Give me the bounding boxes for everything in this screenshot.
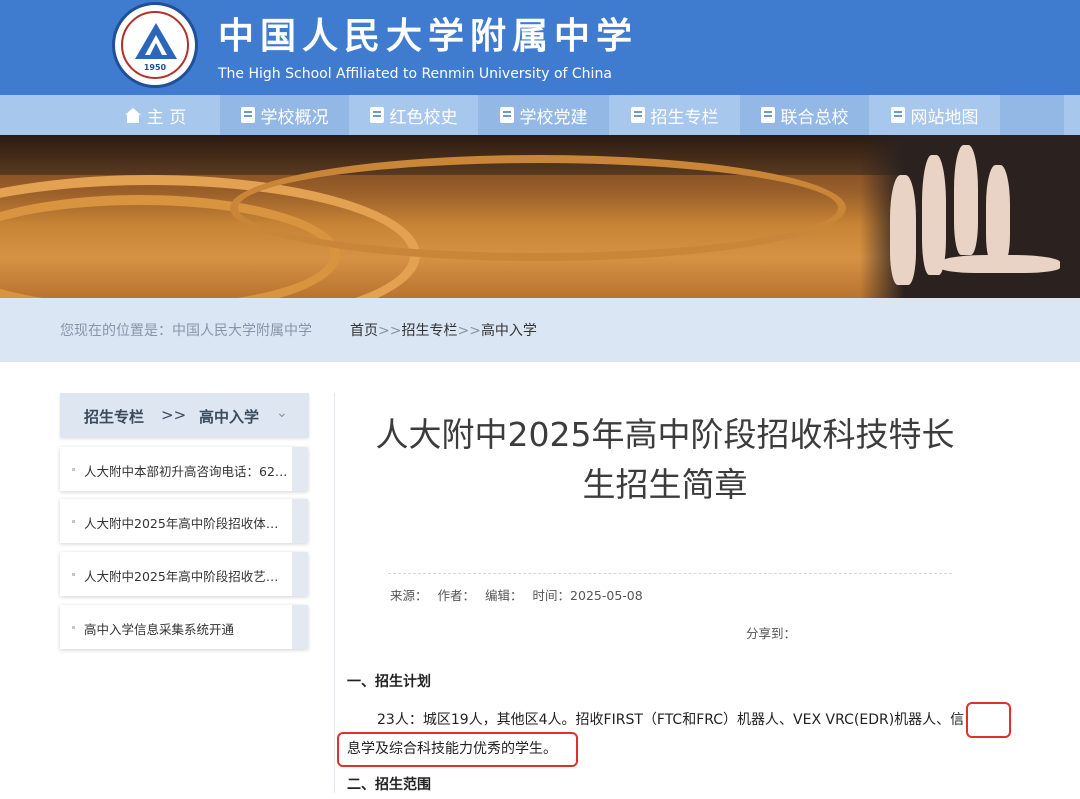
meta-source: 来源：: [390, 588, 428, 603]
logo-mark-icon: [135, 23, 177, 59]
sidebar-item-label: 人大附中本部初升高咨询电话：62511028: [84, 464, 290, 479]
dancer-figure: [890, 175, 916, 285]
site-title-cn: 中国人民大学附属中学: [218, 15, 639, 57]
nav-item-sitemap[interactable]: 网站地图: [869, 95, 1000, 135]
banner-dancers: [860, 135, 1080, 298]
dancer-figure: [940, 255, 1060, 273]
sidebar-item[interactable]: 高中入学信息采集系统开通: [60, 605, 308, 649]
section-heading: 一、招生计划: [347, 674, 431, 690]
nav-item-party-building[interactable]: 学校党建: [478, 95, 609, 135]
building-icon: [760, 107, 775, 123]
sidebar-item-tab: [292, 552, 308, 596]
highlight-box: [966, 702, 1011, 738]
nav-item-label: 网站地图: [910, 107, 979, 128]
sidebar-item[interactable]: 人大附中本部初升高咨询电话：62511028: [60, 447, 308, 491]
nav-item-label: 学校党建: [519, 107, 588, 128]
article-title: 人大附中2025年高中阶段招收科技特长 生招生简章: [355, 410, 975, 510]
bullet-icon: [72, 520, 75, 523]
article-title-line: 生招生简章: [582, 465, 748, 504]
breadcrumb-section-link[interactable]: 招生专栏: [401, 323, 457, 339]
bullet-icon: [72, 468, 75, 471]
sidebar-item-tab: [292, 499, 308, 543]
sidebar-header-section: 招生专栏: [84, 408, 145, 426]
book-icon: [369, 107, 384, 123]
sidebar-header-separator: >>: [161, 406, 187, 424]
bullet-icon: [72, 626, 75, 629]
nav-item-school-overview[interactable]: 学校概况: [220, 95, 349, 135]
highlight-box: [337, 732, 578, 767]
nav-item-label: 招生专栏: [650, 107, 719, 128]
breadcrumb-home-link[interactable]: 首页: [350, 323, 378, 339]
breadcrumb-current[interactable]: 高中入学: [481, 323, 537, 339]
logo-year: 1950: [143, 63, 167, 72]
document-icon: [240, 107, 255, 123]
sidebar-item[interactable]: 人大附中2025年高中阶段招收体育特长生招生简章: [60, 499, 308, 543]
sidebar-item-tab: [292, 447, 308, 491]
section-heading: 二、招生范围: [347, 777, 431, 793]
meta-time: 时间：2025-05-08: [532, 588, 643, 603]
school-logo[interactable]: 1950: [112, 2, 198, 88]
breadcrumb-prefix: 您现在的位置是：中国人民大学附属中学: [60, 323, 312, 339]
meta-editor: 编辑：: [485, 588, 523, 603]
nav-spacer: [1000, 95, 1064, 135]
content-divider: [334, 393, 335, 793]
document-icon: [499, 107, 514, 123]
breadcrumb-separator: >>: [378, 323, 402, 339]
article-meta: 来源： 作者： 编辑： 时间：2025-05-08: [390, 585, 653, 604]
sidebar-item-label: 人大附中2025年高中阶段招收艺术特长生招生简章: [84, 569, 290, 584]
nav-item-label: 主 页: [146, 107, 187, 128]
bullet-icon: [72, 573, 75, 576]
nav-item-label: 学校概况: [260, 107, 329, 128]
article-title-line: 人大附中2025年高中阶段招收科技特长: [375, 415, 955, 454]
nav-item-home[interactable]: 主 页: [91, 95, 220, 135]
site-header: 1950 中国人民大学附属中学 The High School Affiliat…: [0, 0, 1080, 95]
meta-author: 作者：: [437, 588, 476, 603]
chevron-down-icon[interactable]: ⌄: [276, 405, 288, 421]
breadcrumb-separator: >>: [457, 323, 481, 339]
sidebar-item-label: 高中入学信息采集系统开通: [84, 622, 235, 637]
sidebar-header[interactable]: 招生专栏 >> 高中入学 ⌄: [60, 393, 309, 437]
site-title-en: The High School Affiliated to Renmin Uni…: [218, 66, 612, 82]
sidebar-item-label: 人大附中2025年高中阶段招收体育特长生招生简章: [84, 516, 290, 531]
nav-item-label: 红色校史: [389, 107, 458, 128]
sidebar-item-tab: [292, 605, 308, 649]
breadcrumb-links: 首页>>招生专栏>>高中入学: [350, 320, 537, 340]
grid-icon: [890, 107, 905, 123]
nav-item-label: 联合总校: [780, 107, 849, 128]
breadcrumb: 您现在的位置是：中国人民大学附属中学 首页>>招生专栏>>高中入学: [0, 298, 1080, 362]
sidebar-item[interactable]: 人大附中2025年高中阶段招收艺术特长生招生简章: [60, 552, 308, 596]
dancer-figure: [922, 155, 946, 275]
dancer-figure: [986, 165, 1010, 265]
nav-item-red-history[interactable]: 红色校史: [349, 95, 478, 135]
nav-item-united-schools[interactable]: 联合总校: [740, 95, 869, 135]
meta-divider: [388, 573, 952, 574]
banner-stage-tier: [230, 155, 846, 261]
document-icon: [630, 107, 645, 123]
sidebar-header-current: 高中入学: [199, 408, 260, 426]
banner-image: [0, 135, 1080, 298]
share-label[interactable]: 分享到：: [746, 623, 796, 642]
paragraph-line: 23人：城区19人，其他区4人。招收FIRST（FTC和FRC）机器人、VEX …: [377, 712, 965, 728]
dancer-figure: [954, 145, 978, 255]
home-icon: [124, 107, 141, 123]
nav-item-admissions[interactable]: 招生专栏: [609, 95, 740, 135]
main-nav: 主 页 学校概况 红色校史 学校党建 招生专栏 联合总校 网站地图: [0, 95, 1080, 135]
